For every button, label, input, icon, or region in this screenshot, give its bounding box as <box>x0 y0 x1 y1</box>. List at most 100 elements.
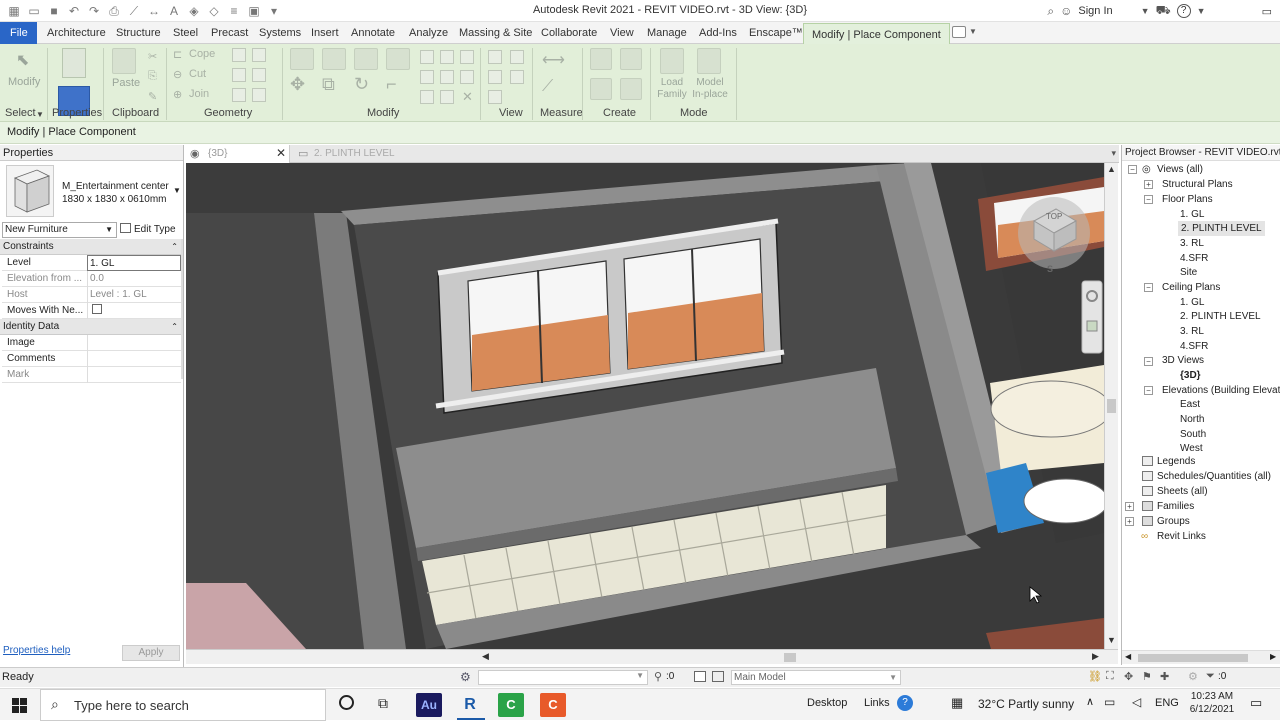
expand-groups-toggle[interactable]: + <box>1125 517 1134 526</box>
tab-analyze[interactable]: Analyze <box>409 22 448 44</box>
cursor-icon[interactable]: ⬉ <box>16 50 29 70</box>
offset-icon[interactable] <box>322 48 346 70</box>
tree-sheets[interactable]: Sheets (all) <box>1157 484 1208 499</box>
join-button[interactable]: Join <box>189 88 209 100</box>
collapse-icon[interactable]: ⌃ <box>171 239 178 255</box>
scroll-down-icon[interactable]: ▼ <box>1107 635 1116 645</box>
tree-floor-plan-plinth-level[interactable]: 2. PLINTH LEVEL <box>1178 221 1265 236</box>
worksets-icon[interactable]: ⚙ <box>460 670 471 684</box>
dimension-measure-icon[interactable]: ⟋ <box>542 78 553 96</box>
property-row-comments[interactable]: Comments <box>2 351 181 367</box>
align-icon[interactable] <box>290 48 314 70</box>
binoculars-icon[interactable]: ⌕ <box>1047 4 1054 19</box>
design-options-icon[interactable] <box>694 671 706 682</box>
tree-floor-plan-sfr[interactable]: 4.SFR <box>1180 251 1208 266</box>
copy-icon[interactable]: ⎘ <box>148 70 157 83</box>
weather-text[interactable]: 32°C Partly sunny <box>978 697 1074 711</box>
collapse-icon[interactable]: ⌃ <box>171 319 178 335</box>
unjoin-icon[interactable] <box>232 88 246 102</box>
links-toolbar[interactable]: Links <box>864 697 890 709</box>
delete-icon[interactable]: ✕ <box>462 89 473 105</box>
tree-elevation-north[interactable]: North <box>1180 412 1204 427</box>
paint-view-icon[interactable] <box>488 90 502 104</box>
modify-button[interactable]: Modify <box>8 76 40 88</box>
cope-icon[interactable]: ⊏ <box>173 48 182 61</box>
user-icon[interactable]: ☺ <box>1060 4 1072 18</box>
volume-icon[interactable]: ◁ <box>1132 695 1141 709</box>
undo-icon[interactable]: ↶ <box>66 3 82 19</box>
view-tab-3d[interactable]: ◉ {3D} ✕ <box>186 145 290 163</box>
cope-button[interactable]: Cope <box>189 48 215 60</box>
tree-ceiling-plans[interactable]: Ceiling Plans <box>1162 280 1220 295</box>
tab-annotate[interactable]: Annotate <box>351 22 395 44</box>
match-type-icon[interactable]: ✎ <box>148 90 157 103</box>
property-row-elevation[interactable]: Elevation from ... 0.0 <box>2 271 181 287</box>
instance-filter-select[interactable]: New Furniture ▼ <box>2 222 117 238</box>
create-parts-icon[interactable] <box>590 48 612 70</box>
close-tab-icon[interactable]: ✕ <box>276 146 286 160</box>
3d-view-icon[interactable]: ◈ <box>186 3 202 19</box>
3d-viewport[interactable]: TOP S <box>186 163 1104 649</box>
array-icon[interactable] <box>420 70 434 84</box>
model-inplace-button[interactable]: Model In-place <box>690 77 730 101</box>
model-inplace-icon[interactable] <box>697 48 721 74</box>
tab-precast[interactable]: Precast <box>211 22 248 44</box>
split-gap-icon[interactable] <box>460 70 474 84</box>
tab-file[interactable]: File <box>0 22 37 44</box>
level-value-field[interactable]: 1. GL <box>87 255 181 271</box>
collapse-floor-plans-toggle[interactable]: − <box>1144 195 1153 204</box>
select-underlay-icon[interactable]: ⛶ <box>1106 670 1114 683</box>
tree-elevations[interactable]: Elevations (Building Elevat <box>1162 383 1280 398</box>
taskbar-search-box[interactable]: ⌕ Type here to search <box>40 689 326 721</box>
tag-icon[interactable]: A <box>166 3 182 19</box>
language-indicator[interactable]: ENG <box>1155 697 1179 709</box>
tab-add-ins[interactable]: Add-Ins <box>699 22 737 44</box>
scroll-left-icon[interactable]: ◀ <box>1125 652 1131 661</box>
split-face-icon[interactable] <box>232 48 246 62</box>
tree-ceiling-plan-gl[interactable]: 1. GL <box>1180 295 1204 310</box>
background-processes-icon[interactable]: ⚙ <box>1188 670 1198 683</box>
collapse-views-toggle[interactable]: − <box>1128 165 1137 174</box>
help-icon[interactable]: ? <box>897 695 913 711</box>
editable-only-icon[interactable]: ⚲ <box>654 670 662 683</box>
properties-help-link[interactable]: Properties help <box>3 645 70 656</box>
join-icon[interactable]: ⊕ <box>173 88 182 101</box>
weather-icon[interactable]: ▦ <box>951 695 963 711</box>
wall-joins-icon[interactable] <box>232 68 246 82</box>
edit-type-button[interactable]: Edit Type <box>120 222 180 238</box>
chevron-down-icon[interactable]: ▼ <box>1141 6 1150 16</box>
desktop-toolbar[interactable]: Desktop <box>807 697 847 709</box>
create-assembly-icon[interactable] <box>590 78 612 100</box>
property-row-image[interactable]: Image <box>2 335 181 351</box>
tree-ceiling-plan-plinth-level[interactable]: 2. PLINTH LEVEL <box>1180 309 1261 324</box>
project-browser-hscroll[interactable]: ◀ ▶ <box>1122 650 1280 664</box>
scroll-right-icon[interactable]: ▶ <box>1092 651 1099 662</box>
extend-icon[interactable] <box>440 90 454 104</box>
design-options-2-icon[interactable] <box>712 671 724 682</box>
property-row-level[interactable]: Level 1. GL <box>2 255 181 271</box>
redo-icon[interactable]: ↷ <box>86 3 102 19</box>
unpin-icon[interactable] <box>440 50 454 64</box>
tree-3d-views[interactable]: 3D Views <box>1162 353 1204 368</box>
tree-floor-plan-rl[interactable]: 3. RL <box>1180 236 1204 251</box>
viewcube-south-label[interactable]: S <box>1047 264 1053 274</box>
create-group-icon[interactable] <box>620 48 642 70</box>
show-hidden-icons[interactable]: ∧ <box>1086 695 1094 708</box>
tree-families[interactable]: Families <box>1157 499 1194 514</box>
tree-elevation-east[interactable]: East <box>1180 397 1200 412</box>
moves-with-nearby-checkbox[interactable] <box>92 304 102 314</box>
override-icon[interactable] <box>510 50 524 64</box>
filter-icon[interactable]: ⏷ <box>1206 670 1215 683</box>
network-icon[interactable]: ▭ <box>1104 695 1115 709</box>
hide-icon[interactable] <box>488 50 502 64</box>
load-family-button[interactable]: Load Family <box>657 77 687 101</box>
collapse-ceiling-plans-toggle[interactable]: − <box>1144 283 1153 292</box>
save-icon[interactable]: ■ <box>46 3 62 19</box>
tab-steel[interactable]: Steel <box>173 22 198 44</box>
clock[interactable]: 10:23 AM 6/12/2021 <box>1187 690 1237 716</box>
load-family-icon[interactable] <box>660 48 684 74</box>
pin-icon[interactable] <box>460 50 474 64</box>
workset-select[interactable]: ▼ <box>478 670 648 685</box>
horizontal-scroll-thumb[interactable] <box>784 653 796 662</box>
switch-windows-icon[interactable]: ▣ <box>246 3 262 19</box>
